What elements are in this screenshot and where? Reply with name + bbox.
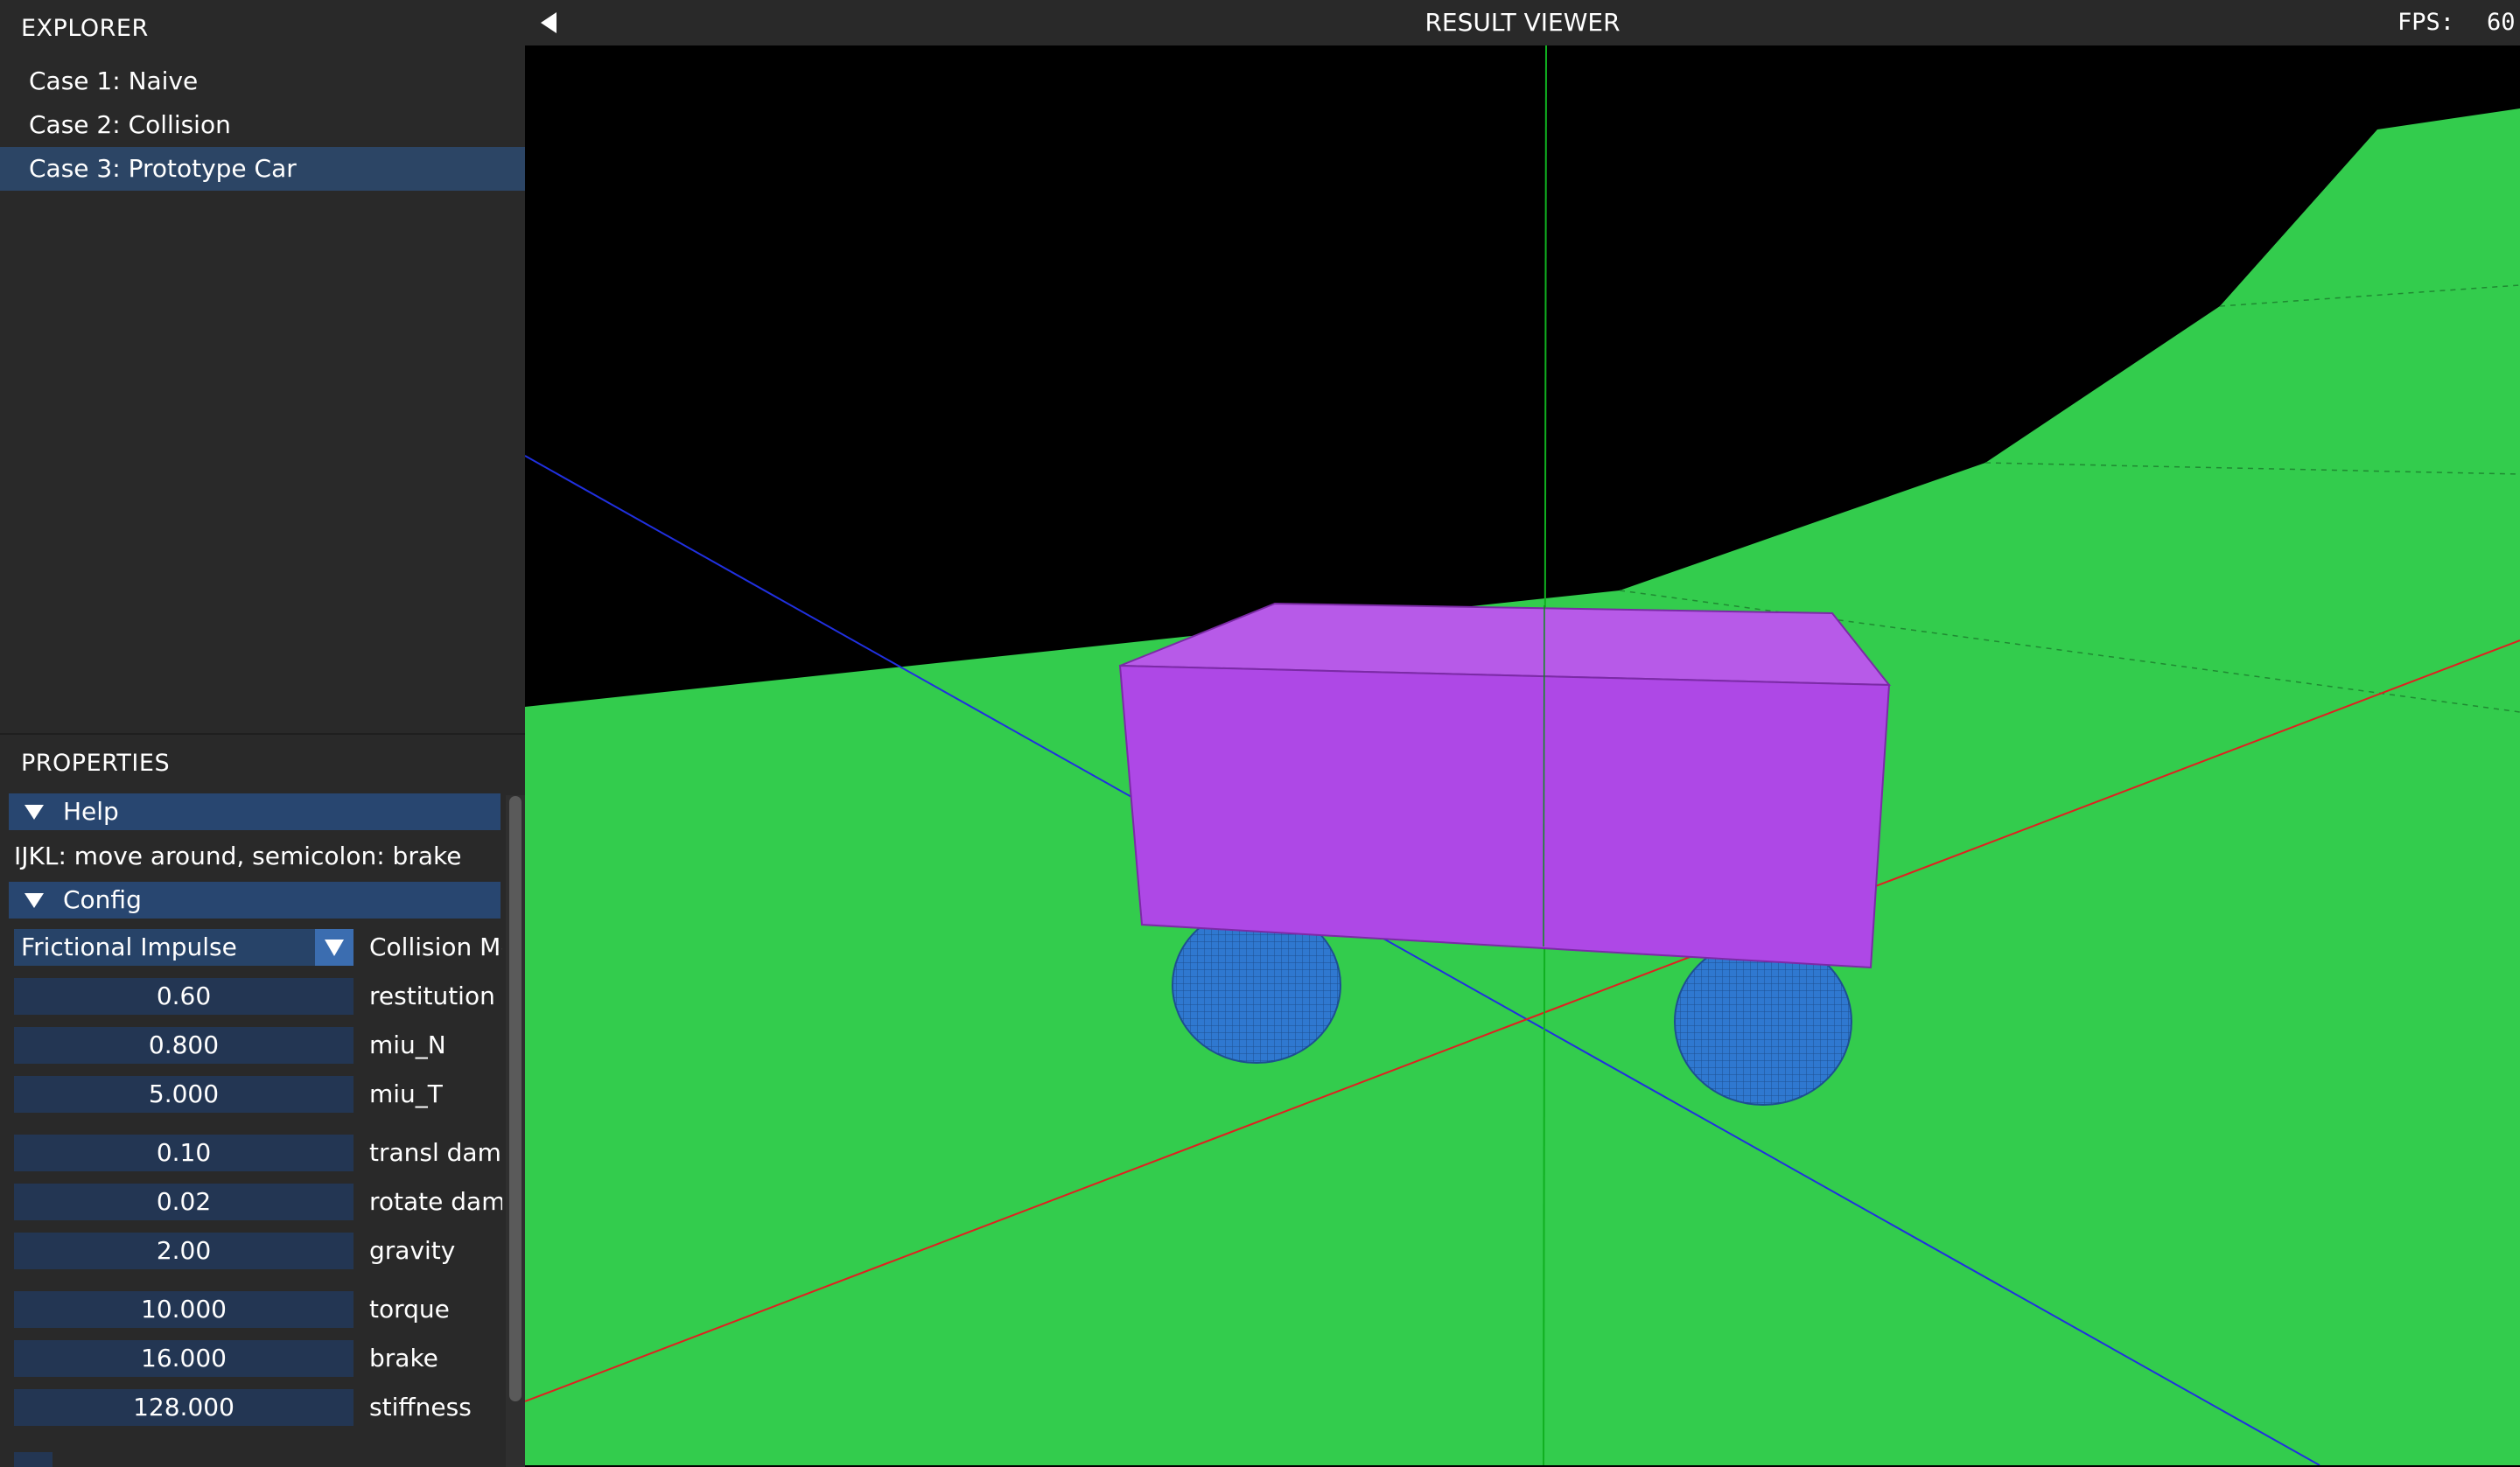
car-body-front: [1118, 664, 1891, 969]
properties-scrollbar-thumb[interactable]: [509, 796, 522, 1401]
result-viewer: RESULT VIEWER FPS: 60: [525, 0, 2520, 1465]
case-item-collision[interactable]: Case 2: Collision: [0, 103, 525, 147]
case-item-prototype-car[interactable]: Case 3: Prototype Car: [0, 147, 525, 191]
viewer-title: RESULT VIEWER: [1424, 8, 1620, 37]
transl-damp-label: transl damp: [369, 1138, 502, 1167]
help-text: IJKL: move around, semicolon: brake: [14, 842, 462, 870]
fps-label: FPS:: [2398, 9, 2455, 36]
miu-n-label: miu_N: [369, 1030, 446, 1059]
stiffness-label: stiffness: [369, 1393, 472, 1422]
config-section-header[interactable]: Config: [9, 882, 500, 919]
help-section-header[interactable]: Help: [9, 793, 500, 830]
properties-title: PROPERTIES: [21, 750, 171, 777]
torque-label: torque: [369, 1295, 450, 1324]
stiffness-field[interactable]: 128.000: [14, 1389, 354, 1426]
properties-panel: PROPERTIES Help IJKL: move around, semic…: [0, 733, 525, 1467]
explorer-title: EXPLORER: [21, 15, 149, 42]
explorer-panel: EXPLORER Case 1: Naive Case 2: Collision…: [0, 0, 525, 733]
miu-t-field[interactable]: 5.000: [14, 1076, 354, 1113]
brake-field[interactable]: 16.000: [14, 1340, 354, 1377]
fps-value: 60: [2487, 9, 2516, 36]
miu-t-label: miu_T: [369, 1079, 443, 1108]
collapse-triangle-icon: [24, 893, 44, 908]
collision-method-value: Frictional Impulse: [21, 933, 237, 961]
restitution-field[interactable]: 0.60: [14, 978, 354, 1015]
gravity-label: gravity: [369, 1236, 456, 1265]
chevron-down-icon: [325, 940, 344, 956]
3d-viewport[interactable]: [525, 45, 2520, 1465]
collapse-triangle-icon: [24, 805, 44, 820]
dropdown-button[interactable]: [315, 929, 354, 966]
restitution-label: restitution l: [369, 981, 502, 1010]
help-header-label: Help: [63, 797, 119, 826]
transl-damp-field[interactable]: 0.10: [14, 1135, 354, 1171]
viewer-header: RESULT VIEWER FPS: 60: [525, 0, 2520, 45]
config-header-label: Config: [63, 885, 142, 914]
collision-method-select[interactable]: Frictional Impulse: [14, 929, 354, 966]
case-item-naive[interactable]: Case 1: Naive: [0, 59, 525, 103]
brake-label: brake: [369, 1344, 438, 1373]
torque-field[interactable]: 10.000: [14, 1291, 354, 1328]
rotate-damp-field[interactable]: 0.02: [14, 1184, 354, 1220]
miu-n-field[interactable]: 0.800: [14, 1027, 354, 1064]
partial-button[interactable]: [14, 1452, 52, 1467]
collision-method-label: Collision Me: [369, 933, 502, 961]
gravity-field[interactable]: 2.00: [14, 1233, 354, 1269]
rotate-damp-label: rotate damp: [369, 1187, 502, 1216]
